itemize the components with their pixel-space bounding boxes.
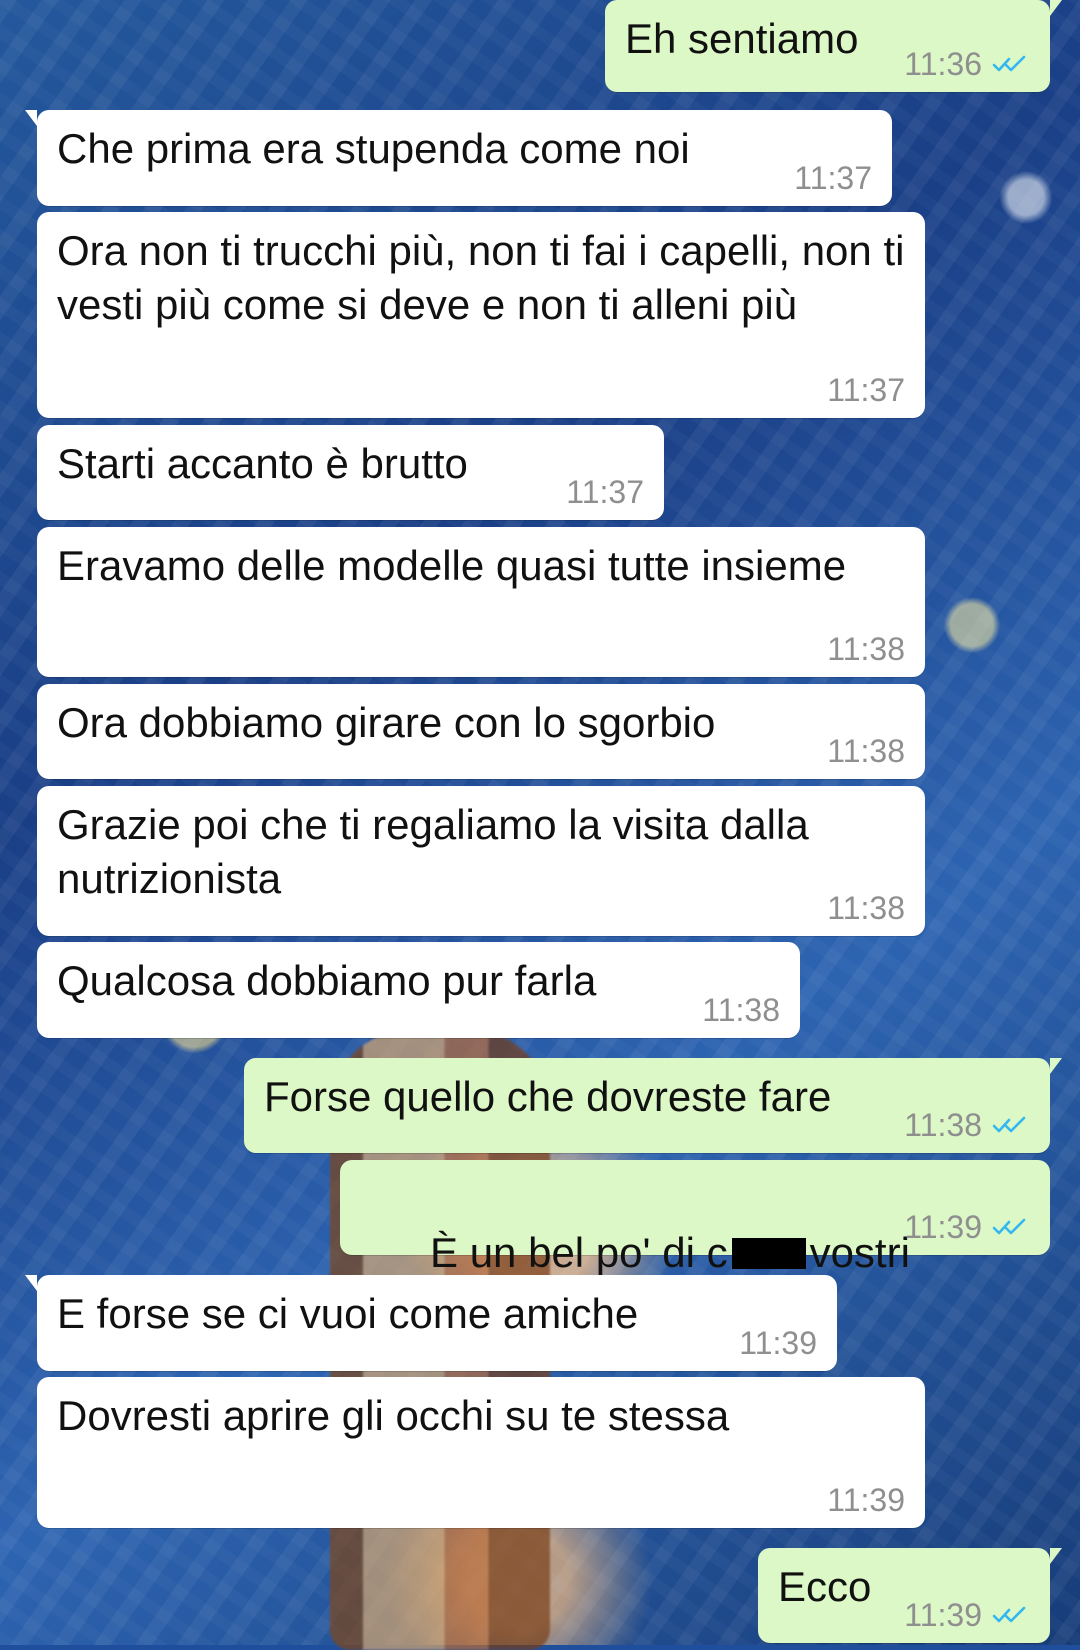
message-time: 11:37: [794, 160, 872, 196]
message-time: 11:39: [827, 1482, 905, 1518]
message-text: Eravamo delle modelle quasi tutte insiem…: [57, 542, 847, 589]
message-meta: 11:38: [827, 633, 905, 665]
message-time: 11:39: [739, 1325, 817, 1361]
message-bubble[interactable]: Starti accanto è brutto 11:37: [37, 425, 664, 520]
message-meta: 11:37: [794, 162, 872, 194]
message-time: 11:38: [827, 890, 905, 926]
message-meta: 11:39: [739, 1327, 817, 1359]
message-bubble[interactable]: Eh sentiamo 11:36: [605, 0, 1062, 92]
message-time: 11:37: [566, 474, 644, 510]
message-bubble[interactable]: Grazie poi che ti regaliamo la visita da…: [37, 786, 925, 936]
message-meta: 11:39: [827, 1484, 905, 1516]
message-bubble[interactable]: Qualcosa dobbiamo pur farla 11:38: [37, 942, 800, 1038]
double-check-icon: [992, 1218, 1026, 1235]
message-bubble[interactable]: Che prima era stupenda come noi 11:37: [25, 110, 892, 206]
message-bubble[interactable]: Ora dobbiamo girare con lo sgorbio 11:38: [37, 684, 925, 779]
message-meta: 11:38: [827, 892, 905, 924]
double-check-icon: [992, 1116, 1026, 1133]
message-text: Ora non ti trucchi più, non ti fai i cap…: [57, 227, 917, 328]
double-check-icon: [992, 55, 1026, 72]
chat-thread: Eh sentiamo 11:36 Che prima era stupenda…: [0, 0, 1080, 1645]
message-bubble[interactable]: E forse se ci vuoi come amiche 11:39: [25, 1275, 837, 1371]
message-time: 11:38: [827, 631, 905, 667]
message-meta: 11:39: [904, 1211, 1030, 1243]
message-text: Che prima era stupenda come noi: [57, 125, 690, 172]
double-check-icon: [992, 1606, 1026, 1623]
message-meta: 11:38: [904, 1109, 1030, 1141]
message-text-prefix: È un bel po' di c: [430, 1229, 728, 1276]
message-bubble[interactable]: È un bel po' di c vostri 11:39: [340, 1160, 1050, 1276]
message-bubble[interactable]: Ecco 11:39: [758, 1548, 1062, 1643]
message-bubble[interactable]: Eravamo delle modelle quasi tutte insiem…: [37, 527, 925, 677]
message-time: 11:38: [702, 992, 780, 1028]
message-time: 11:38: [904, 1107, 982, 1143]
message-text: Qualcosa dobbiamo pur farla: [57, 957, 597, 1004]
message-meta: 11:38: [827, 735, 905, 767]
message-text: Grazie poi che ti regaliamo la visita da…: [57, 801, 821, 902]
message-bubble[interactable]: Ora non ti trucchi più, non ti fai i cap…: [37, 212, 925, 418]
message-meta: 11:38: [702, 994, 780, 1026]
message-text: Ora dobbiamo girare con lo sgorbio: [57, 699, 716, 746]
message-meta: 11:37: [566, 476, 644, 508]
message-time: 11:39: [904, 1597, 982, 1633]
message-meta: 11:37: [827, 374, 905, 406]
message-text: Dovresti aprire gli occhi su te stessa: [57, 1392, 730, 1439]
message-bubble[interactable]: Dovresti aprire gli occhi su te stessa 1…: [37, 1377, 925, 1528]
message-time: 11:38: [827, 733, 905, 769]
message-meta: 11:36: [904, 48, 1030, 80]
redaction-bar: [731, 1238, 806, 1270]
message-time: 11:39: [904, 1209, 982, 1245]
message-meta: 11:39: [904, 1599, 1030, 1631]
message-text-suffix: vostri: [809, 1229, 910, 1276]
message-text: Starti accanto è brutto: [57, 440, 468, 487]
message-time: 11:36: [904, 46, 982, 82]
message-text: E forse se ci vuoi come amiche: [57, 1290, 639, 1337]
message-time: 11:37: [827, 372, 905, 408]
message-bubble[interactable]: Forse quello che dovreste fare 11:38: [244, 1058, 1062, 1153]
